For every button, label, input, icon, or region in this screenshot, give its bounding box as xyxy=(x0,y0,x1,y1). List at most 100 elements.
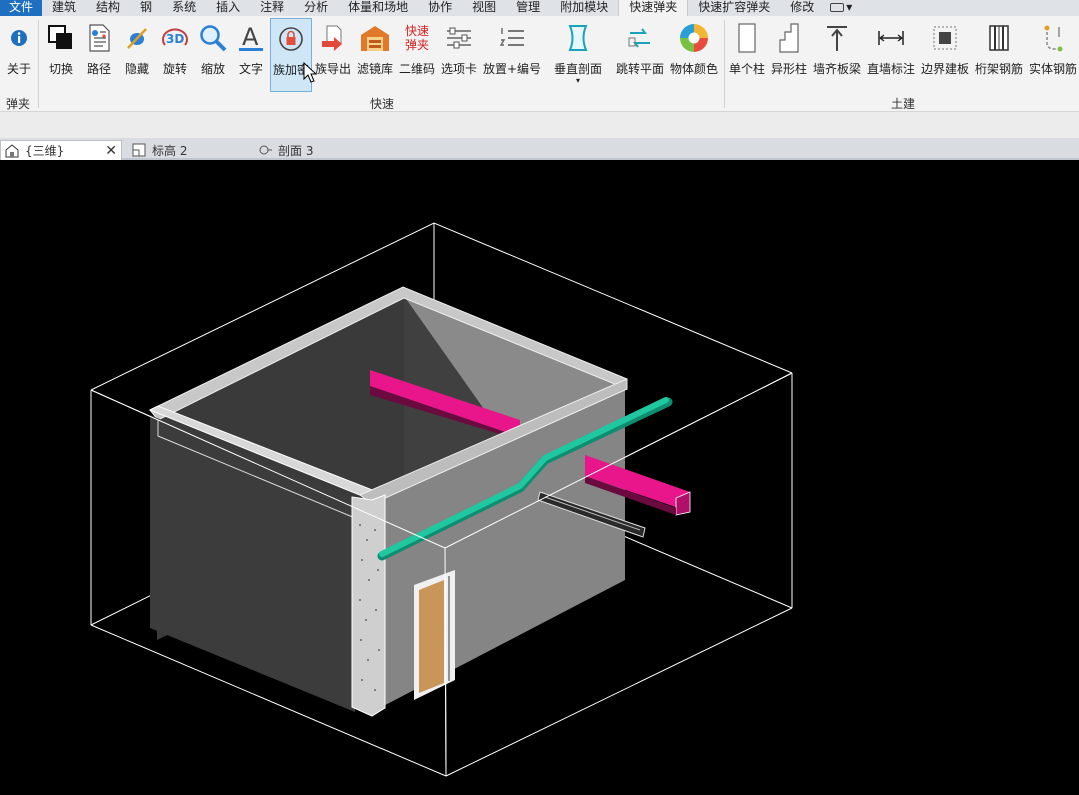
menu-tab-collaborate[interactable]: 协作 xyxy=(418,0,462,16)
menu-tab-analyze[interactable]: 分析 xyxy=(294,0,338,16)
special-column-button[interactable]: 异形柱 xyxy=(769,18,809,90)
truss-icon xyxy=(983,22,1015,54)
boundary-slab-label: 边界建板 xyxy=(920,62,969,76)
text-button[interactable]: A 文字 xyxy=(234,18,268,90)
path-button[interactable]: 路径 xyxy=(82,18,116,90)
lock-icon xyxy=(275,23,307,55)
special-column-label: 异形柱 xyxy=(770,62,807,76)
menu-tab-view[interactable]: 视图 xyxy=(462,0,506,16)
info-icon xyxy=(3,22,35,54)
place-number-button[interactable]: 放置+编号 xyxy=(481,18,543,90)
qrcode-button[interactable]: 快速 弹夹 二维码 xyxy=(398,18,436,90)
single-column-label: 单个柱 xyxy=(728,62,765,76)
text-label: 文字 xyxy=(238,62,263,76)
menu-tab-systems[interactable]: 系统 xyxy=(162,0,206,16)
hide-label: 隐藏 xyxy=(124,62,149,76)
object-color-label: 物体颜色 xyxy=(669,62,718,76)
door[interactable] xyxy=(419,580,444,693)
text-a-icon: A xyxy=(235,22,267,54)
rotate-button[interactable]: 3D 旋转 xyxy=(158,18,192,90)
menu-tab-structure[interactable]: 结构 xyxy=(86,0,130,16)
floor-plan-icon xyxy=(132,143,146,157)
magnifier-icon xyxy=(197,22,229,54)
menu-bar: 文件 建筑 结构 钢 系统 插入 注释 分析 体量和场地 协作 视图 管理 附加… xyxy=(0,0,1079,17)
menu-tab-architecture[interactable]: 建筑 xyxy=(42,0,86,16)
wall-align-label: 墙齐板梁 xyxy=(812,62,861,76)
align-top-icon xyxy=(821,22,853,54)
menu-tab-file[interactable]: 文件 xyxy=(0,0,43,16)
ribbon-bottom-strip xyxy=(0,112,1079,138)
threed-text: 3D xyxy=(166,32,184,46)
menu-tab-modify[interactable]: 修改 xyxy=(780,0,824,16)
switch-icon xyxy=(45,22,77,54)
section-view-icon xyxy=(258,143,272,157)
jump-icon xyxy=(624,22,656,54)
export-icon xyxy=(317,22,349,54)
sliders-icon xyxy=(443,22,475,54)
group-label-kuaisu: 快速 xyxy=(370,97,395,111)
text-glyph: A xyxy=(242,23,259,51)
view-tab-section[interactable]: 剖面 3 xyxy=(254,140,374,160)
view-tab-level[interactable]: 标高 2 xyxy=(128,140,248,160)
house-3d-icon xyxy=(5,143,19,158)
group-label-danjia: 弹夹 xyxy=(6,97,31,111)
straight-wall-dim-button[interactable]: 直墙标注 xyxy=(865,18,917,90)
boundary-slab-button[interactable]: 边界建板 xyxy=(919,18,971,90)
view-tabs: {三维} ✕ 标高 2 剖面 3 xyxy=(0,138,1079,160)
3d-scene[interactable] xyxy=(0,162,1079,795)
solid-rebar-button[interactable]: 实体钢筋 xyxy=(1027,18,1079,90)
menu-tab-manage[interactable]: 管理 xyxy=(506,0,550,16)
family-export-button[interactable]: 族导出 xyxy=(314,18,352,90)
corner-column[interactable] xyxy=(351,494,386,717)
menu-tab-quick-ext-clip[interactable]: 快速扩容弹夹 xyxy=(688,0,780,16)
vertical-section-label: 垂直剖面 xyxy=(553,62,602,76)
straight-wall-dim-label: 直墙标注 xyxy=(866,62,915,76)
menu-tab-insert[interactable]: 插入 xyxy=(206,0,250,16)
menu-tab-addins[interactable]: 附加模块 xyxy=(550,0,618,16)
color-wheel-icon xyxy=(678,22,710,54)
section-icon xyxy=(562,22,594,54)
ribbon-options-dropdown[interactable]: ▾ xyxy=(824,0,858,16)
zoom-button[interactable]: 缩放 xyxy=(196,18,230,90)
panel-icon xyxy=(830,3,845,12)
filter-library-label: 滤镜库 xyxy=(356,62,393,76)
truss-rebar-label: 桁架钢筋 xyxy=(974,62,1023,76)
view-tab-3d[interactable]: {三维} ✕ xyxy=(0,140,122,160)
filter-library-button[interactable]: 滤镜库 xyxy=(355,18,395,90)
chevron-down-icon[interactable]: ▾ xyxy=(576,77,580,85)
qrcode-label: 二维码 xyxy=(398,62,435,76)
3d-viewport[interactable] xyxy=(0,162,1079,795)
view-tab-label: 标高 2 xyxy=(152,143,188,158)
switch-label: 切换 xyxy=(48,62,73,76)
about-label: 关于 xyxy=(6,62,31,76)
single-column-button[interactable]: 单个柱 xyxy=(727,18,767,90)
path-doc-icon xyxy=(83,22,115,54)
group-separator xyxy=(724,20,725,108)
quick-clip-logo-icon: 快速 弹夹 xyxy=(401,22,433,54)
solid-rebar-label: 实体钢筋 xyxy=(1028,62,1077,76)
column-icon xyxy=(731,22,763,54)
wall-align-button[interactable]: 墙齐板梁 xyxy=(812,18,862,90)
menu-tab-steel[interactable]: 钢 xyxy=(130,0,162,16)
group-label-tujian: 土建 xyxy=(891,97,916,111)
options-tab-button[interactable]: 选项卡 xyxy=(439,18,479,90)
hide-button[interactable]: 隐藏 xyxy=(120,18,154,90)
warehouse-icon xyxy=(359,22,391,54)
about-button[interactable]: 关于 xyxy=(2,18,36,90)
vertical-section-button[interactable]: 垂直剖面 ▾ xyxy=(551,18,605,90)
object-color-button[interactable]: 物体颜色 xyxy=(668,18,720,90)
rotate-label: 旋转 xyxy=(162,62,187,76)
truss-rebar-button[interactable]: 桁架钢筋 xyxy=(973,18,1025,90)
menu-tab-quick-clip[interactable]: 快速弹夹 xyxy=(618,0,689,17)
menu-tab-annotate[interactable]: 注释 xyxy=(250,0,294,16)
zoom-label: 缩放 xyxy=(200,62,225,76)
logo-text-line2: 弹夹 xyxy=(404,38,429,52)
rebar-path-icon xyxy=(1037,22,1069,54)
close-icon[interactable]: ✕ xyxy=(105,143,117,159)
rotate-3d-icon: 3D xyxy=(159,22,191,54)
options-tab-label: 选项卡 xyxy=(440,62,477,76)
switch-button[interactable]: 切换 xyxy=(44,18,78,90)
jump-plan-button[interactable]: 跳转平面 xyxy=(614,18,666,90)
menu-tab-massing[interactable]: 体量和场地 xyxy=(338,0,418,16)
ribbon: 关于 弹夹 切换 路径 隐藏 3D 旋转 缩放 A 文字 族加密 族导出 滤镜库… xyxy=(0,16,1079,112)
